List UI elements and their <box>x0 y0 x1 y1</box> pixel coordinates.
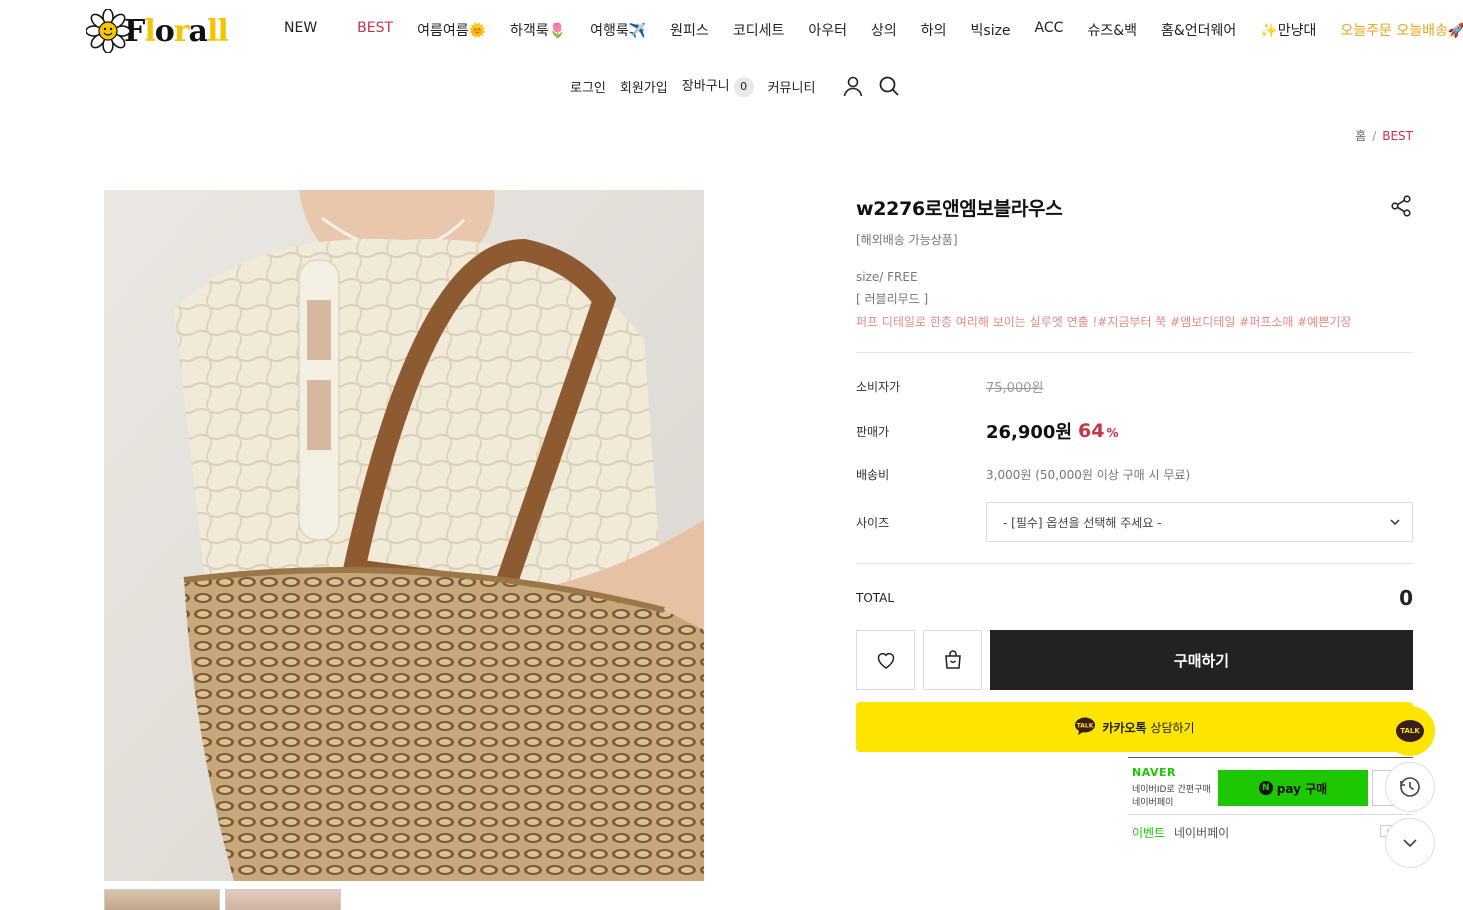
product-size-text: size/ FREE <box>856 270 918 284</box>
naver-id-note: 네이버ID로 간편구매 <box>1132 785 1211 795</box>
chevron-down-icon <box>1388 515 1402 529</box>
main-nav: NEW BEST 여름여름🌞 하객룩🌷 여행룩✈️ 원피스 코디세트 아우터 상… <box>284 20 1463 40</box>
breadcrumb: 홈 / BEST <box>1355 127 1413 144</box>
divider <box>1128 814 1413 815</box>
shopping-bag-icon <box>944 650 961 669</box>
naver-brand: NAVER <box>1132 766 1176 779</box>
nav-home-underwear[interactable]: 홈&언더웨어 <box>1161 20 1236 40</box>
shipping-label: 배송비 <box>856 468 890 482</box>
overseas-shipping-note: [해외배송 가능상품] <box>856 233 958 247</box>
user-icon[interactable] <box>841 74 865 98</box>
total-label: TOTAL <box>856 591 895 605</box>
nav-wedding-guest[interactable]: 하객룩🌷 <box>510 20 566 40</box>
nav-top[interactable]: 상의 <box>871 20 897 40</box>
discount-value: 64 <box>1078 420 1105 442</box>
naver-pay-widget: NAVER 네이버ID로 간편구매 네이버페이 Npay 구매 이벤트 네이버페… <box>1128 757 1413 840</box>
naver-pay-buy-button[interactable]: Npay 구매 <box>1218 770 1368 806</box>
naver-event-sub: 네이버페이 <box>1174 826 1230 840</box>
kakao-consult-label: 상담하기 <box>1150 720 1195 735</box>
product-thumbnail[interactable] <box>104 889 220 910</box>
buy-now-button[interactable]: 구매하기 <box>990 630 1413 690</box>
product-mood-text: [ 러블리무드 ] <box>856 292 929 306</box>
nav-bottom[interactable]: 하의 <box>921 20 947 40</box>
naver-pay-buy-label: pay 구매 <box>1276 781 1328 796</box>
nav-best[interactable]: BEST <box>357 20 393 40</box>
shipping-fee-text: 3,000원 (50,000원 이상 구매 시 무료) <box>986 468 1191 482</box>
product-thumbnail[interactable] <box>225 889 341 910</box>
brand-logo[interactable]: Florall <box>85 8 229 54</box>
total-value: 0 <box>1399 586 1413 610</box>
community-link[interactable]: 커뮤니티 <box>768 77 816 96</box>
size-option-label: 사이즈 <box>856 515 890 530</box>
nav-new[interactable]: NEW <box>284 20 317 40</box>
floating-kakao-talk-button[interactable]: TALK <box>1385 706 1435 756</box>
product-tag-text: 퍼프 디테일로 한층 여리해 보이는 실루엣 연출 !#지금부터 쭉 #엠보디테… <box>856 315 1352 329</box>
clock-icon <box>1400 777 1420 797</box>
kakao-consult-button[interactable]: TALK 카카오톡 상담하기 <box>856 702 1413 752</box>
sale-price-value: 26,900원 <box>986 422 1073 443</box>
total-row: TOTAL 0 <box>856 586 1413 610</box>
sale-price-row: 판매가 26,900원 64% <box>856 418 1413 444</box>
product-main-image[interactable] <box>104 190 704 881</box>
share-icon[interactable] <box>1389 194 1413 218</box>
breadcrumb-current[interactable]: BEST <box>1382 129 1413 143</box>
chevron-down-icon <box>1403 839 1417 848</box>
cart-count-badge: 0 <box>733 76 754 97</box>
add-to-cart-button[interactable] <box>923 630 982 690</box>
size-option-row: 사이즈 - [필수] 옵션을 선택해 주세요 - <box>856 502 1413 542</box>
login-link[interactable]: 로그인 <box>570 77 606 96</box>
nav-coordi-set[interactable]: 코디세트 <box>733 20 785 40</box>
nav-outer[interactable]: 아우터 <box>808 20 847 40</box>
product-thumbnails <box>104 889 341 910</box>
product-name: w2276로앤엠보블라우스 <box>856 198 1063 220</box>
heart-icon <box>877 653 894 669</box>
breadcrumb-home[interactable]: 홈 <box>1355 129 1366 143</box>
discount-unit: % <box>1106 426 1119 440</box>
naver-pay-note: 네이버페이 <box>1132 798 1174 808</box>
discount-rate: 64% <box>1078 420 1118 442</box>
divider <box>856 352 1413 353</box>
kakao-brand-label: 카카오톡 <box>1102 720 1147 735</box>
cart-label: 장바구니 <box>681 79 730 95</box>
floating-scroll-down-button[interactable] <box>1385 818 1435 868</box>
consumer-price-label: 소비자가 <box>856 380 901 394</box>
wishlist-button[interactable] <box>856 630 915 690</box>
brand-wordmark: Florall <box>124 13 229 49</box>
kakao-talk-icon: TALK <box>1396 720 1424 742</box>
consumer-price-value: 75,000원 <box>986 381 1044 396</box>
user-nav: 로그인 회원가입 장바구니 0 커뮤니티 <box>570 74 901 98</box>
nav-today-delivery[interactable]: 오늘주문 오늘배송🚀 <box>1340 20 1463 40</box>
naver-event-link[interactable]: 이벤트 <box>1132 824 1165 841</box>
daisy-logo-icon <box>85 8 131 54</box>
size-option-placeholder: - [필수] 옵션을 선택해 주세요 - <box>1003 515 1162 530</box>
floating-recent-button[interactable] <box>1385 762 1435 812</box>
breadcrumb-separator: / <box>1372 129 1377 143</box>
nav-summer[interactable]: 여름여름🌞 <box>417 20 486 40</box>
shipping-row: 배송비 3,000원 (50,000원 이상 구매 시 무료) <box>856 466 1413 483</box>
join-link[interactable]: 회원가입 <box>620 77 668 96</box>
divider <box>856 563 1413 564</box>
purchase-actions: 구매하기 <box>856 630 1413 690</box>
cart-link[interactable]: 장바구니 0 <box>682 75 754 97</box>
nav-acc[interactable]: ACC <box>1035 20 1064 40</box>
size-option-select[interactable]: - [필수] 옵션을 선택해 주세요 - <box>986 502 1413 542</box>
nav-dress[interactable]: 원피스 <box>670 20 709 40</box>
nav-travel[interactable]: 여행룩✈️ <box>590 20 646 40</box>
sale-price-label: 판매가 <box>856 424 890 439</box>
product-info-panel: w2276로앤엠보블라우스 [해외배송 가능상품] size/ FREE [ 러… <box>856 190 1413 752</box>
svg-text:TALK: TALK <box>1077 722 1094 729</box>
kakao-talk-icon: TALK <box>1074 717 1096 738</box>
nav-big-size[interactable]: 빅size <box>971 20 1011 40</box>
consumer-price-row: 소비자가 75,000원 <box>856 377 1413 396</box>
naver-n-icon: N <box>1258 781 1273 795</box>
nav-shoes-bag[interactable]: 슈즈&백 <box>1087 20 1137 40</box>
search-icon[interactable] <box>877 74 901 98</box>
nav-under-10000[interactable]: ✨만냥대 <box>1260 20 1316 40</box>
